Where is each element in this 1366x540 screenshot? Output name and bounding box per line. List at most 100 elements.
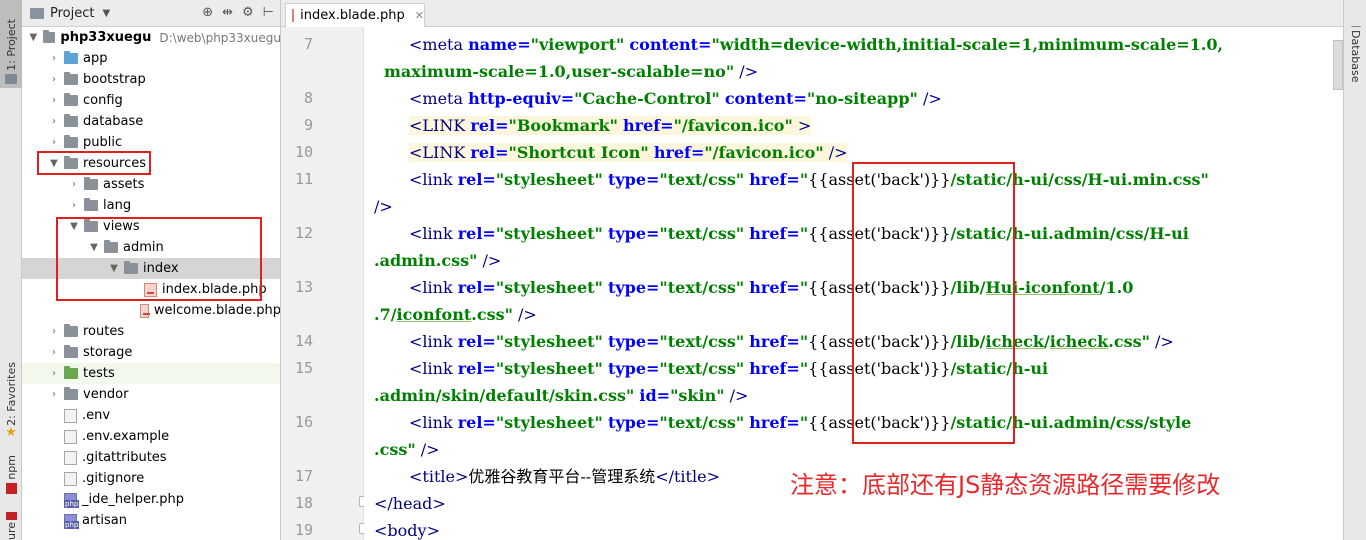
tree-item-database[interactable]: › database — [22, 111, 280, 132]
tree-item-app[interactable]: › app — [22, 48, 280, 69]
favorites-tab-label: 2: Favorites — [4, 362, 18, 426]
project-tool-tab[interactable]: 1: Project — [0, 0, 22, 88]
tree-item-public[interactable]: › public — [22, 132, 280, 153]
blade-file-icon — [139, 303, 150, 318]
line-number: 14 — [294, 332, 313, 350]
folder-icon — [124, 261, 138, 274]
npm-tab-label: npm — [4, 455, 18, 480]
folder-icon — [42, 30, 56, 43]
tree-item-welcome-blade-php[interactable]: welcome.blade.php — [22, 300, 280, 321]
tree-item-label: resources — [83, 156, 147, 171]
chevron-down-icon[interactable]: ▼ — [88, 242, 100, 253]
tree-item-resources[interactable]: ▼ resources — [22, 153, 280, 174]
chevron-right-icon[interactable]: › — [48, 347, 60, 358]
code-line-10: <LINK rel="Shortcut Icon" href="/favicon… — [409, 143, 848, 162]
editor-tab-bar: index.blade.php ✕ — [281, 0, 1343, 27]
gear-icon[interactable]: ⚙ — [242, 5, 254, 20]
folder-icon — [64, 135, 78, 148]
left-tool-strip: 1: Project 2: Favorites ★ npm ure — [0, 0, 22, 540]
chevron-right-icon[interactable]: › — [48, 137, 60, 148]
database-icon — [1350, 26, 1361, 27]
hide-icon[interactable]: ⊢ — [263, 5, 274, 20]
tree-item-routes[interactable]: › routes — [22, 321, 280, 342]
chevron-down-icon[interactable]: ▼ — [102, 8, 110, 19]
folder-icon — [84, 219, 98, 232]
code-line-13-wrap: .7/iconfont.css" /> — [374, 305, 537, 324]
tree-item-label: vendor — [83, 387, 129, 402]
tree-item-vendor[interactable]: › vendor — [22, 384, 280, 405]
locate-icon[interactable]: ⊕ — [202, 5, 213, 20]
tree-item-gitattributes[interactable]: .gitattributes — [22, 447, 280, 468]
star-icon: ★ — [5, 424, 17, 440]
chevron-down-icon[interactable]: ▼ — [48, 158, 60, 169]
chevron-right-icon[interactable]: › — [48, 95, 60, 106]
folder-icon — [64, 324, 78, 337]
code-line-16: <link rel="stylesheet" type="text/css" h… — [409, 413, 1192, 432]
tree-item-bootstrap[interactable]: › bootstrap — [22, 69, 280, 90]
code-line-8: <meta http-equiv="Cache-Control" content… — [409, 89, 942, 108]
tree-item-config[interactable]: › config — [22, 90, 280, 111]
tree-item-assets[interactable]: › assets — [22, 174, 280, 195]
test-folder-icon — [64, 366, 78, 379]
tree-item-label: routes — [83, 324, 125, 339]
tree-item-label: .gitattributes — [82, 450, 167, 465]
code-line-11-wrap: /> — [374, 197, 393, 216]
structure-icon — [5, 512, 17, 520]
tree-root-php33xuegu[interactable]: ▼ php33xuegu D:\web\php33xuegu — [22, 27, 280, 48]
php-file-icon — [64, 492, 80, 508]
editor-tab-index-blade[interactable]: index.blade.php ✕ — [285, 3, 425, 27]
tree-item-label: index — [143, 261, 179, 276]
chevron-right-icon[interactable]: › — [48, 368, 60, 379]
tree-item-views[interactable]: ▼ views — [22, 216, 280, 237]
chevron-right-icon[interactable]: › — [68, 200, 80, 211]
editor-scrollbar[interactable] — [1333, 40, 1343, 90]
tree-item-index[interactable]: ▼ index — [22, 258, 280, 279]
tree-item-lang[interactable]: › lang — [22, 195, 280, 216]
code-editor[interactable]: <meta name="viewport" content="width=dev… — [364, 27, 1343, 540]
tree-item-env-example[interactable]: .env.example — [22, 426, 280, 447]
folder-icon — [64, 114, 78, 127]
tree-item-artisan[interactable]: artisan — [22, 510, 280, 531]
tree-item-env[interactable]: .env — [22, 405, 280, 426]
tree-item-label: app — [83, 51, 108, 66]
annotation-note: 注意：底部还有JS静态资源路径需要修改 — [790, 471, 1221, 499]
tree-item-label: config — [83, 93, 123, 108]
tree-item-tests[interactable]: › tests — [22, 363, 280, 384]
chevron-right-icon[interactable]: › — [68, 179, 80, 190]
chevron-right-icon[interactable]: › — [48, 389, 60, 400]
code-line-14: <link rel="stylesheet" type="text/css" h… — [409, 332, 1174, 351]
tree-item-gitignore[interactable]: .gitignore — [22, 468, 280, 489]
line-number: 12 — [294, 224, 313, 242]
npm-tool-tab[interactable]: npm — [0, 455, 22, 505]
chevron-right-icon[interactable]: › — [48, 116, 60, 127]
favorites-tool-tab[interactable]: 2: Favorites ★ — [0, 362, 22, 446]
tree-item-ide-helper-php[interactable]: _ide_helper.php — [22, 489, 280, 510]
chevron-down-icon[interactable]: ▼ — [68, 221, 80, 232]
code-line-15-wrap: .admin/skin/default/skin.css" id="skin" … — [374, 386, 749, 405]
line-number: 18 — [294, 494, 313, 512]
tree-item-admin[interactable]: ▼ admin — [22, 237, 280, 258]
structure-tool-tab[interactable]: ure — [0, 512, 22, 540]
file-icon — [64, 450, 77, 465]
chevron-right-icon[interactable]: › — [48, 53, 60, 64]
tree-item-label: lang — [103, 198, 132, 213]
folder-icon — [30, 7, 44, 19]
chevron-down-icon[interactable]: ▼ — [28, 32, 39, 43]
tree-item-label: assets — [103, 177, 145, 192]
database-tool-tab[interactable]: Database — [1344, 26, 1366, 82]
asset-expression: {{asset('back')}} — [808, 170, 951, 189]
chevron-down-icon[interactable]: ▼ — [108, 263, 120, 274]
chevron-right-icon[interactable]: › — [48, 326, 60, 337]
tree-item-label: .gitignore — [82, 471, 145, 486]
tree-item-label: _ide_helper.php — [82, 492, 184, 507]
asset-expression: {{asset('back')}} — [808, 332, 951, 351]
chevron-right-icon[interactable]: › — [48, 74, 60, 85]
tree-item-label: bootstrap — [83, 72, 146, 87]
close-icon[interactable]: ✕ — [415, 9, 424, 22]
tree-item-label: artisan — [82, 513, 127, 528]
collapse-icon[interactable]: ⇹ — [222, 5, 233, 20]
project-panel-title[interactable]: Project — [50, 6, 94, 21]
tree-item-storage[interactable]: › storage — [22, 342, 280, 363]
line-number: 16 — [294, 413, 313, 431]
tree-item-index-blade-php[interactable]: index.blade.php — [22, 279, 280, 300]
